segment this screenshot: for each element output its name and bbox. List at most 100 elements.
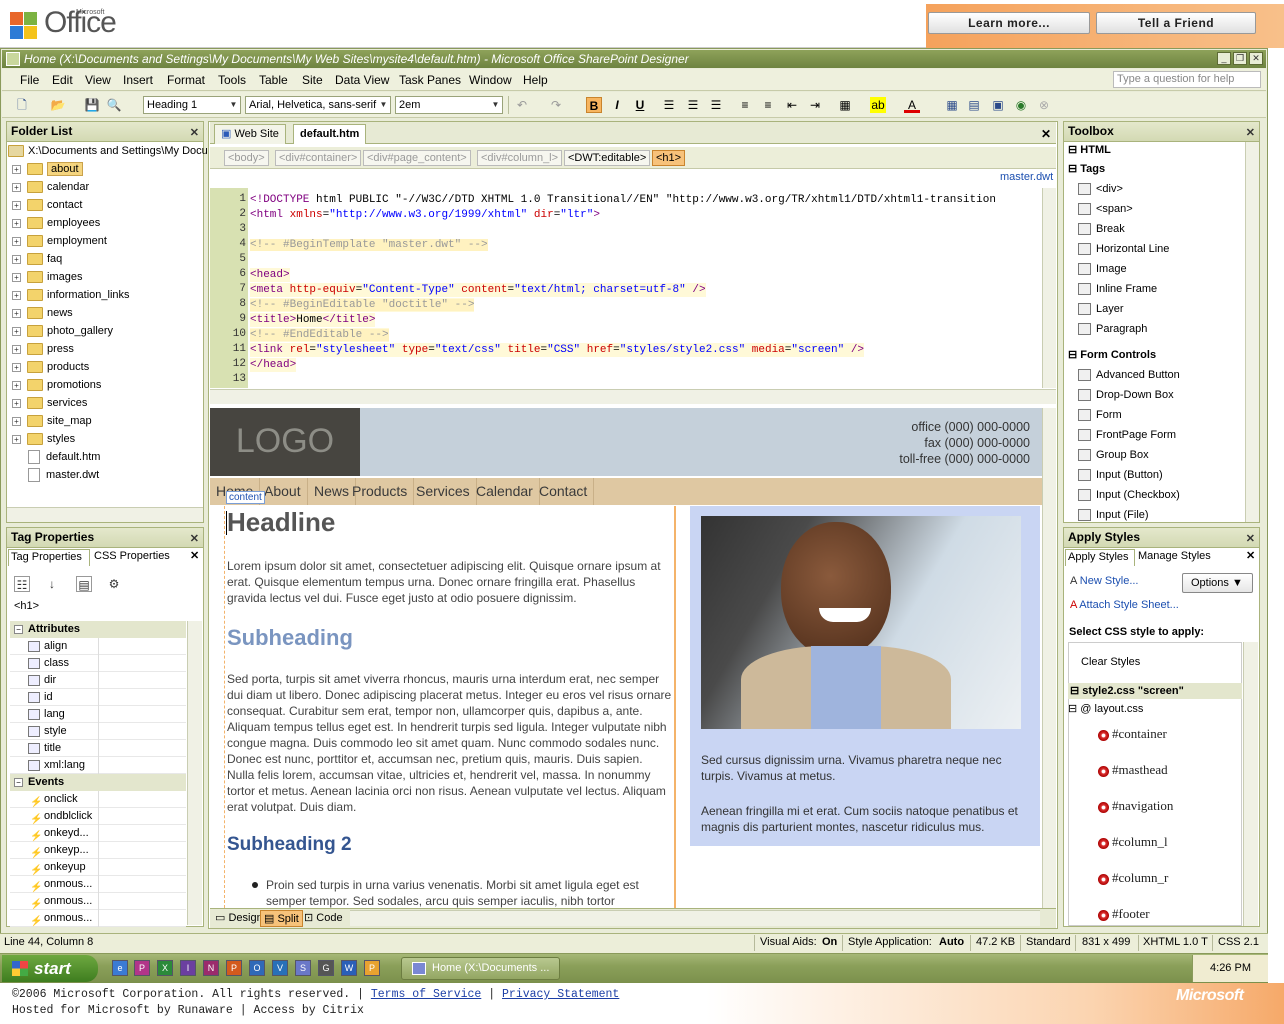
folder-item-information-links[interactable]: + information_links xyxy=(12,286,130,304)
stylesheet-group[interactable]: ⊟ style2.css "screen" xyxy=(1068,683,1242,699)
folder-item-contact[interactable]: + contact xyxy=(12,196,82,214)
toolbox-tag-item[interactable]: Image xyxy=(1078,260,1127,278)
close-icon[interactable]: ✕ xyxy=(190,549,199,562)
breadcrumb-item[interactable]: <div#page_content> xyxy=(363,150,471,166)
align-center-icon[interactable]: ☰ xyxy=(685,97,701,113)
close-icon[interactable]: ✕ xyxy=(1246,124,1255,142)
font-select[interactable]: Arial, Helvetica, sans-serif ▼ xyxy=(245,96,391,114)
menu-file[interactable]: File xyxy=(20,73,39,87)
breadcrumb-item[interactable]: <div#column_l> xyxy=(477,150,563,166)
code-line[interactable]: <html xmlns="http://www.w3.org/1999/xhtm… xyxy=(250,208,600,222)
split-view-button[interactable]: ▤ Split xyxy=(260,910,303,927)
toolbox-html-section[interactable]: ⊟ HTML xyxy=(1068,143,1111,156)
toolbox-form-item[interactable]: FrontPage Form xyxy=(1078,426,1176,444)
visual-aids-label[interactable]: Visual Aids: xyxy=(760,936,817,948)
folder-item-employment[interactable]: + employment xyxy=(12,232,107,250)
numbered-list-icon[interactable]: ≡ xyxy=(737,97,753,113)
toolbox-form-item[interactable]: Input (Checkbox) xyxy=(1078,486,1180,504)
menu-tools[interactable]: Tools xyxy=(218,73,246,87)
design-scrollbar[interactable] xyxy=(1042,408,1056,908)
toolbox-form-item[interactable]: Input (Button) xyxy=(1078,466,1163,484)
style-rule-item[interactable]: #column_r xyxy=(1098,870,1168,886)
new-page-icon[interactable]: 🗋 xyxy=(14,97,30,113)
nav-item-contact[interactable]: Contact xyxy=(533,478,595,505)
categorized-icon[interactable]: ☷ xyxy=(14,576,30,592)
toolbox-form-item[interactable]: Group Box xyxy=(1078,446,1149,464)
menu-window[interactable]: Window xyxy=(469,73,512,87)
menu-insert[interactable]: Insert xyxy=(123,73,153,87)
project-icon[interactable]: P xyxy=(364,960,380,976)
sort-az-icon[interactable]: ↓ xyxy=(44,576,60,592)
close-document-icon[interactable]: ✕ xyxy=(1041,127,1051,141)
privacy-statement-link[interactable]: Privacy Statement xyxy=(502,988,619,1001)
open-icon[interactable]: 📂 xyxy=(50,97,66,113)
folder-item-promotions[interactable]: + promotions xyxy=(12,376,101,394)
code-line[interactable]: </head> xyxy=(250,358,297,372)
style-rule-item[interactable]: #footer xyxy=(1098,906,1150,922)
visio-icon[interactable]: V xyxy=(272,960,288,976)
expand-icon[interactable]: + xyxy=(12,200,21,210)
folder-item-faq[interactable]: + faq xyxy=(12,250,62,268)
breadcrumb-item[interactable]: <h1> xyxy=(652,150,686,166)
align-right-icon[interactable]: ☰ xyxy=(708,97,724,113)
expand-icon[interactable]: + xyxy=(12,380,21,390)
toolbox-tag-item[interactable]: Inline Frame xyxy=(1078,280,1157,298)
design-h-scrollbar[interactable] xyxy=(350,910,1040,926)
styles-scrollbar[interactable] xyxy=(1243,642,1258,926)
italic-button[interactable]: I xyxy=(609,97,625,113)
toolbox-form-item[interactable]: Input (File) xyxy=(1078,506,1149,524)
style-rule-item[interactable]: #container xyxy=(1098,726,1167,742)
learn-more-button[interactable]: Learn more... xyxy=(928,12,1090,34)
redo-icon[interactable]: ↷ xyxy=(548,97,564,113)
options-button[interactable]: Options ▼ xyxy=(1182,573,1253,593)
toolbox-form-item[interactable]: Drop-Down Box xyxy=(1078,386,1174,404)
menu-task-panes[interactable]: Task Panes xyxy=(399,73,461,87)
code-line[interactable]: <meta http-equiv="Content-Type" content=… xyxy=(250,283,706,297)
events-section[interactable]: − Events xyxy=(10,774,186,791)
code-scrollbar[interactable] xyxy=(1042,188,1056,388)
folder-item-calendar[interactable]: + calendar xyxy=(12,178,89,196)
powerpoint-icon[interactable]: P xyxy=(226,960,242,976)
save-icon[interactable]: 💾 xyxy=(84,97,100,113)
toolbox-tag-item[interactable]: Layer xyxy=(1078,300,1124,318)
folder-item-products[interactable]: + products xyxy=(12,358,89,376)
expand-icon[interactable]: + xyxy=(12,254,21,264)
attribute-row[interactable]: id xyxy=(10,689,186,706)
breadcrumb-item[interactable]: <DWT:editable> xyxy=(564,150,651,166)
borders-icon[interactable]: ▦ xyxy=(837,97,853,113)
file-item[interactable]: default.htm xyxy=(24,448,100,466)
minimize-button[interactable]: _ xyxy=(1217,52,1231,65)
expand-icon[interactable]: + xyxy=(12,434,21,444)
style-rule-item[interactable]: #masthead xyxy=(1098,762,1168,778)
style-application-value[interactable]: Auto xyxy=(939,936,964,948)
page-dimensions[interactable]: 831 x 499 xyxy=(1082,936,1130,948)
attribute-row[interactable]: title xyxy=(10,740,186,757)
attributes-section[interactable]: − Attributes xyxy=(10,621,186,638)
show-set-icon[interactable]: ▤ xyxy=(76,576,92,592)
event-row[interactable]: ⚡ onclick xyxy=(10,791,186,808)
tab-manage-styles[interactable]: Manage Styles xyxy=(1138,549,1211,564)
attribute-row[interactable]: style xyxy=(10,723,186,740)
tab-css-properties[interactable]: CSS Properties xyxy=(92,549,182,566)
event-row[interactable]: ⚡ onmous... xyxy=(10,893,186,910)
expand-icon[interactable]: + xyxy=(12,362,21,372)
code-line[interactable]: <!-- #EndEditable --> xyxy=(250,328,389,342)
folder-item-services[interactable]: + services xyxy=(12,394,87,412)
decrease-indent-icon[interactable]: ⇤ xyxy=(784,97,800,113)
folder-item-news[interactable]: + news xyxy=(12,304,73,322)
layout-css-group[interactable]: ⊟ @ layout.css xyxy=(1068,702,1143,715)
properties-icon[interactable]: ⚙ xyxy=(106,576,122,592)
menu-help[interactable]: Help xyxy=(523,73,548,87)
attribute-row[interactable]: class xyxy=(10,655,186,672)
start-button[interactable]: start xyxy=(2,955,98,982)
folder-item-styles[interactable]: + styles xyxy=(12,430,75,448)
menu-edit[interactable]: Edit xyxy=(52,73,73,87)
help-search-input[interactable]: Type a question for help xyxy=(1113,71,1261,88)
tab-web-site[interactable]: ▣ Web Site xyxy=(214,124,286,144)
toolbox-tags-section[interactable]: ⊟ Tags xyxy=(1068,162,1105,175)
code-line[interactable]: <link rel="stylesheet" type="text/css" t… xyxy=(250,343,865,357)
highlight-icon[interactable]: ab xyxy=(870,97,886,113)
groove-icon[interactable]: G xyxy=(318,960,334,976)
stop-icon[interactable]: ⊗ xyxy=(1036,97,1052,113)
word-icon[interactable]: W xyxy=(341,960,357,976)
